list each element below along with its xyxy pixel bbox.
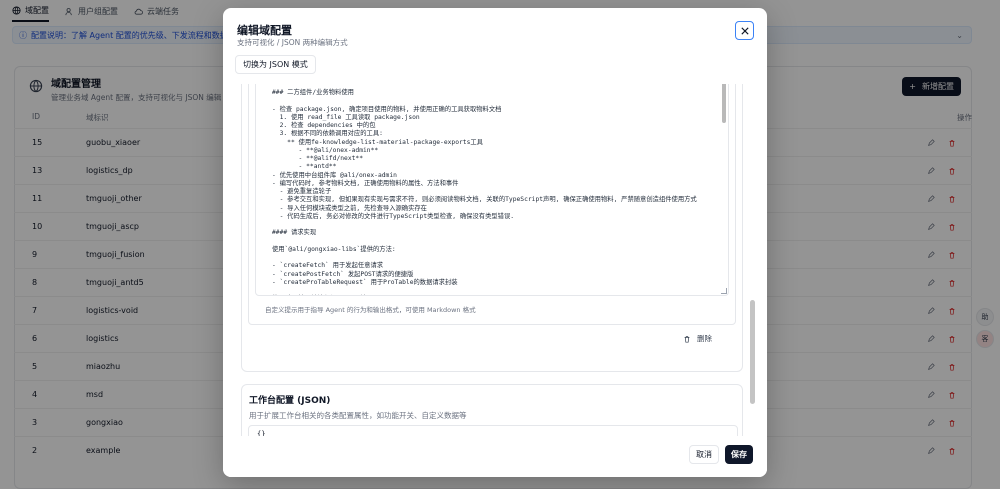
delete-label: 删除	[697, 334, 712, 343]
modal-footer: 取消 保存	[223, 439, 767, 477]
workbench-json-input[interactable]: {}	[248, 425, 738, 436]
modal-scroll-area[interactable]: ### 二方组件/业务物料使用 - 检查 package.json, 确定项目使…	[235, 84, 755, 436]
custom-prompt-section: ### 二方组件/业务物料使用 - 检查 package.json, 确定项目使…	[241, 84, 743, 372]
workbench-config-section: 工作台配置 (JSON) 用于扩展工作台相关的各类配置属性，如功能开关、自定义数…	[241, 384, 743, 436]
toggle-json-mode-button[interactable]: 切换为 JSON 模式	[235, 55, 316, 74]
modal-title: 编辑域配置	[237, 24, 292, 37]
trash-icon	[684, 335, 690, 343]
close-button[interactable]	[735, 21, 754, 40]
close-icon	[740, 26, 749, 35]
modal-scrollbar-thumb[interactable]	[750, 300, 755, 404]
modal-scrollbar[interactable]	[750, 84, 755, 436]
prompt-hint: 自定义提示用于指导 Agent 的行为和输出格式，可使用 Markdown 格式	[265, 306, 476, 314]
workbench-subtitle: 用于扩展工作台相关的各类配置属性，如功能开关、自定义数据等	[249, 411, 467, 420]
editor-scrollbar-thumb[interactable]	[722, 84, 726, 123]
prompt-text: ### 二方组件/业务物料使用 - 检查 package.json, 确定项目使…	[272, 89, 697, 286]
json-value: {}	[257, 430, 266, 436]
editor-scrollbar[interactable]	[722, 84, 726, 291]
cancel-button[interactable]: 取消	[689, 445, 719, 464]
delete-button[interactable]: 删除	[683, 333, 712, 344]
prompt-item-card: ### 二方组件/业务物料使用 - 检查 package.json, 确定项目使…	[248, 84, 736, 325]
edit-domain-modal: 编辑域配置 支持可视化 / JSON 两种编辑方式 切换为 JSON 模式 ##…	[223, 8, 767, 477]
prompt-textarea[interactable]: ### 二方组件/业务物料使用 - 检查 package.json, 确定项目使…	[255, 84, 729, 296]
save-button[interactable]: 保存	[725, 445, 753, 464]
workbench-title: 工作台配置 (JSON)	[249, 396, 331, 406]
modal-subtitle: 支持可视化 / JSON 两种编辑方式	[237, 38, 348, 47]
resize-handle[interactable]	[721, 288, 727, 294]
